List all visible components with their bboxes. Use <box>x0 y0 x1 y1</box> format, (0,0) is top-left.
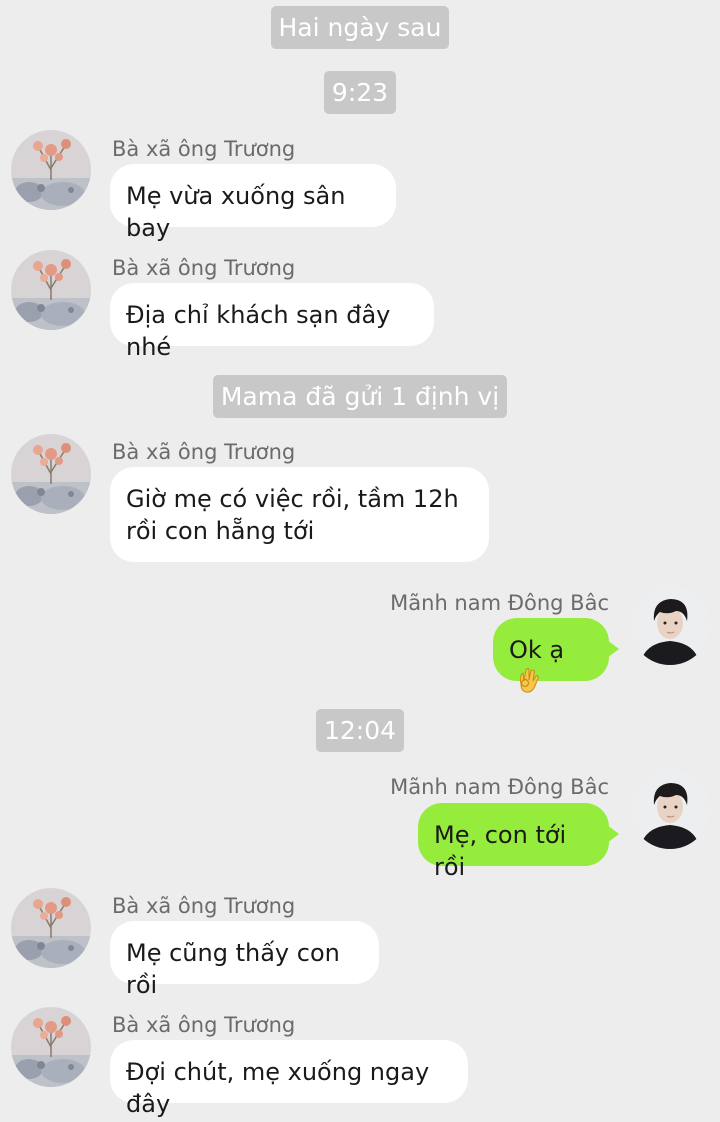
message-bubble[interactable]: Địa chỉ khách sạn đây nhé <box>110 283 434 361</box>
contact-avatar[interactable] <box>11 434 91 514</box>
flower-avatar-image <box>11 1007 91 1087</box>
message-bubble[interactable]: Mẹ vừa xuống sân bay <box>110 164 396 242</box>
message-bubble[interactable]: Ok ạ <box>493 618 619 693</box>
message-bubble[interactable]: Đợi chút, mẹ xuống ngay đây <box>110 1040 468 1118</box>
boy-avatar-image <box>630 585 710 665</box>
ok-hand-emoji-icon <box>515 666 541 702</box>
flower-avatar-image <box>11 250 91 330</box>
contact-avatar[interactable] <box>11 888 91 968</box>
sender-name: Mãnh nam Đông Bâc <box>390 775 609 799</box>
location-notice-text: Mama đã gửi 1 định vị <box>212 375 508 418</box>
date-label: Hai ngày sau <box>270 6 450 49</box>
location-notice: Mama đã gửi 1 định vị <box>0 375 720 418</box>
flower-avatar-image <box>11 130 91 210</box>
my-avatar[interactable] <box>630 769 710 849</box>
sender-name: Bà xã ông Trương <box>112 1013 296 1037</box>
date-separator: Hai ngày sau <box>0 6 720 49</box>
message-bubble[interactable]: Mẹ, con tới rồi <box>418 803 619 881</box>
time-label: 12:04 <box>315 709 405 752</box>
time-label: 9:23 <box>323 71 397 114</box>
sender-name: Bà xã ông Trương <box>112 440 296 464</box>
sender-name: Mãnh nam Đông Bâc <box>390 591 609 615</box>
flower-avatar-image <box>11 434 91 514</box>
time-separator: 9:23 <box>0 71 720 114</box>
contact-avatar[interactable] <box>11 130 91 210</box>
message-bubble[interactable]: Mẹ cũng thấy con rồi <box>110 921 379 999</box>
message-bubble[interactable]: Giờ mẹ có việc rồi, tầm 12h rồi con hẵng… <box>110 467 489 562</box>
contact-avatar[interactable] <box>11 1007 91 1087</box>
my-avatar[interactable] <box>630 585 710 665</box>
boy-avatar-image <box>630 769 710 849</box>
flower-avatar-image <box>11 888 91 968</box>
sender-name: Bà xã ông Trương <box>112 894 296 918</box>
message-text: Ok ạ <box>509 636 565 664</box>
sender-name: Bà xã ông Trương <box>112 256 296 280</box>
time-separator: 12:04 <box>0 709 720 752</box>
contact-avatar[interactable] <box>11 250 91 330</box>
sender-name: Bà xã ông Trương <box>112 137 296 161</box>
